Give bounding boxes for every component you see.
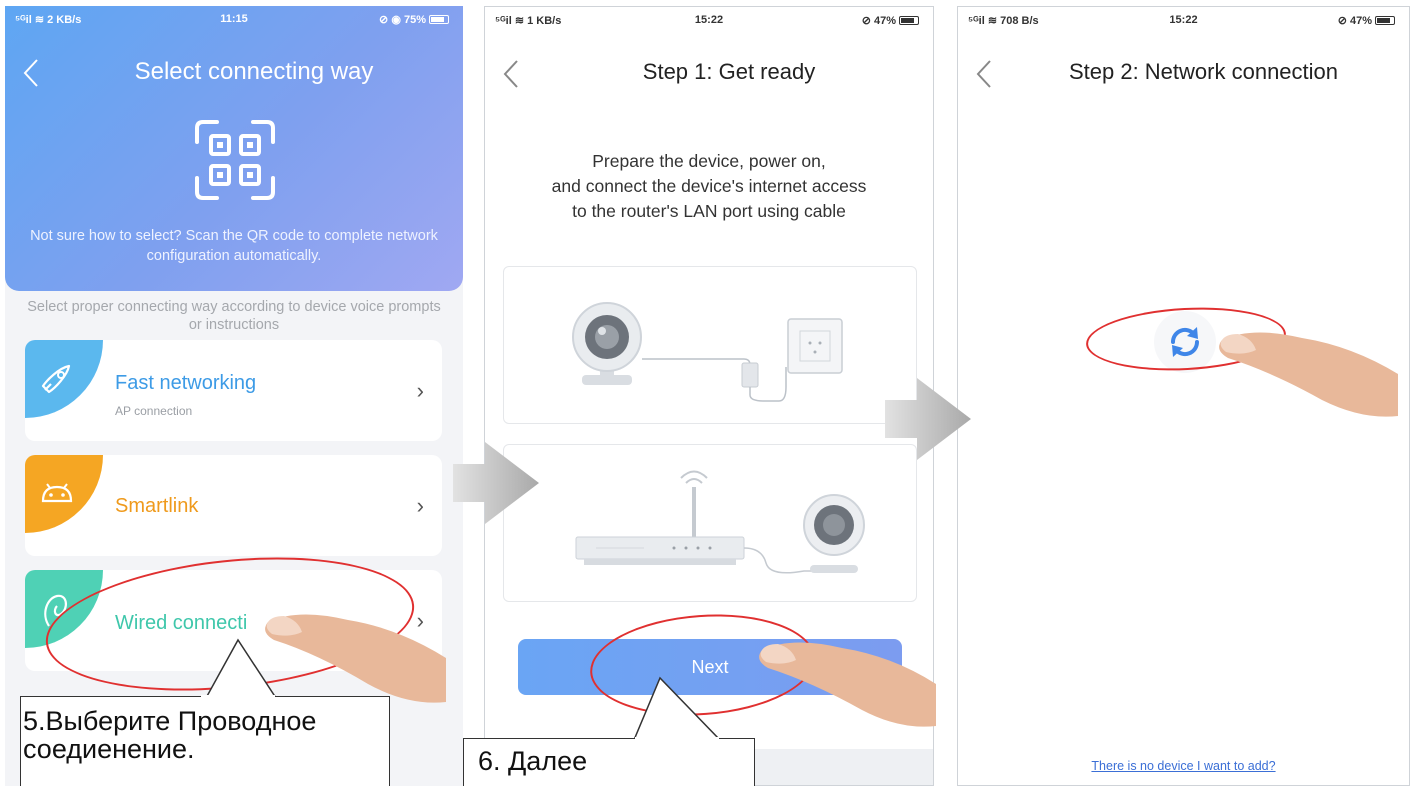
callout-line: соедиенение. xyxy=(23,734,195,764)
flow-arrow-1 xyxy=(453,442,539,524)
nav-bar: Step 2: Network connection xyxy=(958,47,1409,97)
qr-scan-icon[interactable] xyxy=(193,118,277,202)
back-arrow-icon[interactable] xyxy=(972,57,996,91)
page-title: Select connecting way xyxy=(134,58,374,85)
callout-pointer xyxy=(205,638,277,698)
battery-icon xyxy=(1375,16,1395,25)
callout-line: 5.Выберите Проводное xyxy=(23,706,317,736)
battery-text: ⊘ ◉ 75% xyxy=(379,14,426,26)
instructions: Prepare the device, power on, and connec… xyxy=(495,149,923,224)
battery-indicator: ⊘ ◉ 75% xyxy=(379,13,449,26)
callout-joint xyxy=(201,695,275,699)
header-banner: ⁵ᴳil ≋ 2 KB/s 11:15 ⊘ ◉ 75% Select conne… xyxy=(5,6,463,291)
battery-indicator: ⊘ 47% xyxy=(1338,14,1395,27)
option-smartlink[interactable]: Smartlink › xyxy=(25,455,442,556)
finger-pointer-icon xyxy=(759,642,936,727)
chevron-right-icon: › xyxy=(416,378,424,403)
option-sublabel: AP connection xyxy=(115,404,193,418)
page-title: Step 1: Get ready xyxy=(642,59,816,84)
callout-step-6: 6. Далее xyxy=(463,738,755,786)
option-label: Fast networking xyxy=(115,372,257,394)
nav-bar: Select connecting way xyxy=(5,46,463,96)
status-bar: ⁵ᴳil ≋ 708 B/s 15:22 ⊘ 47% xyxy=(958,7,1409,33)
battery-icon xyxy=(899,16,919,25)
battery-indicator: ⊘ 47% xyxy=(862,14,919,27)
option-icon-badge xyxy=(25,340,103,418)
battery-icon xyxy=(429,15,449,24)
android-icon xyxy=(41,483,73,503)
back-arrow-icon[interactable] xyxy=(499,57,523,91)
instruction-line: to the router's LAN port using cable xyxy=(572,201,846,221)
camera-power-icon xyxy=(572,302,843,402)
instruction-line: Prepare the device, power on, xyxy=(592,151,826,171)
callout-step-5: 5.Выберите Проводное соедиенение. xyxy=(20,696,390,786)
camera-power-illustration xyxy=(503,266,917,424)
option-icon-badge xyxy=(25,455,103,533)
page-title: Step 2: Network connection xyxy=(1068,59,1339,84)
option-label: Smartlink xyxy=(115,495,199,517)
battery-text: ⊘ 47% xyxy=(861,15,896,27)
router-camera-icon xyxy=(575,470,865,574)
status-bar: ⁵ᴳil ≋ 2 KB/s 11:15 ⊘ ◉ 75% xyxy=(5,6,463,32)
finger-pointer-icon xyxy=(1219,332,1398,417)
router-camera-illustration xyxy=(503,444,917,602)
callout-joint xyxy=(635,737,719,741)
back-arrow-icon[interactable] xyxy=(19,56,43,90)
callout-pointer xyxy=(633,676,722,740)
qr-help-text: Not sure how to select? Scan the QR code… xyxy=(30,228,438,264)
flow-arrow-2 xyxy=(885,378,971,460)
instruction-hint: Select proper connecting way according t… xyxy=(27,299,441,333)
battery-text: ⊘ 47% xyxy=(1337,15,1372,27)
status-bar: ⁵ᴳil ≋ 1 KB/s 15:22 ⊘ 47% xyxy=(485,7,933,33)
nav-bar: Step 1: Get ready xyxy=(485,47,933,97)
option-fast-networking[interactable]: Fast networking AP connection › xyxy=(25,340,442,441)
instruction-line: and connect the device's internet access xyxy=(551,176,867,196)
rocket-icon xyxy=(41,364,71,394)
chevron-right-icon: › xyxy=(416,493,424,518)
no-device-link[interactable]: There is no device I want to add? xyxy=(958,759,1409,773)
